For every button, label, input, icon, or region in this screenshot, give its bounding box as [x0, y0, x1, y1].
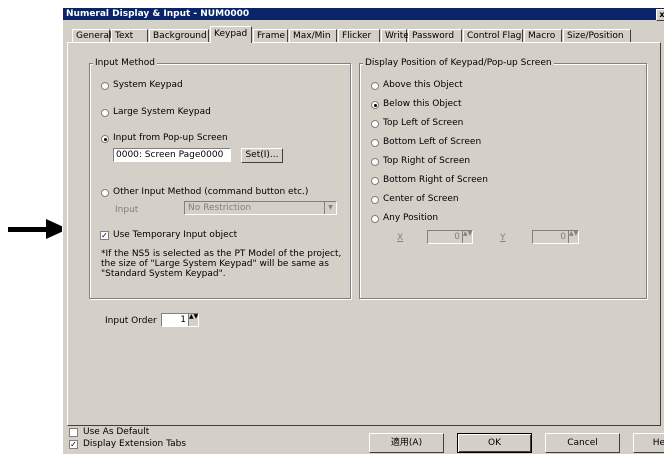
- radio-bottom-right-of-screen[interactable]: [371, 177, 379, 185]
- use-as-default-checkbox[interactable]: [69, 428, 78, 437]
- tab-macro[interactable]: Macro: [524, 29, 562, 42]
- label-above-this-object: Above this Object: [383, 80, 463, 90]
- label-system-keypad: System Keypad: [113, 80, 183, 90]
- y-position-value: 0: [560, 232, 566, 242]
- label-bottom-right-of-screen: Bottom Right of Screen: [383, 175, 488, 185]
- label-other-method: Other Input Method (command button etc.): [113, 187, 309, 197]
- label-popup-screen: Input from Pop-up Screen: [113, 133, 228, 143]
- use-temporary-checkbox[interactable]: ✓: [100, 231, 109, 240]
- ns5-note: *If the NS5 is selected as the PT Model …: [101, 249, 342, 279]
- y-spin-icon[interactable]: ▲▼: [568, 231, 578, 243]
- radio-any-position[interactable]: [371, 215, 379, 223]
- label-any-position: Any Position: [383, 213, 439, 223]
- tab-text[interactable]: Text: [111, 29, 148, 42]
- input-order-spin-icon[interactable]: ▲▼: [188, 314, 198, 326]
- label-large-system-keypad: Large System Keypad: [113, 107, 211, 117]
- close-icon[interactable]: x: [656, 9, 664, 21]
- input-label: Input: [115, 205, 139, 215]
- radio-top-left-of-screen[interactable]: [371, 120, 379, 128]
- display-extension-tabs-checkbox[interactable]: ✓: [69, 440, 78, 449]
- tab-password[interactable]: Password: [408, 29, 462, 42]
- input-restriction-select[interactable]: No Restriction ▼: [184, 201, 337, 215]
- radio-popup-screen[interactable]: [101, 135, 109, 143]
- y-label: Y: [500, 233, 506, 243]
- input-order-label: Input Order: [105, 316, 157, 326]
- cancel-button[interactable]: Cancel: [545, 433, 620, 453]
- set-button[interactable]: Set(I)...: [241, 148, 283, 163]
- x-position-field[interactable]: 0 ▲▼: [427, 230, 473, 244]
- chevron-down-icon: ▼: [324, 202, 336, 214]
- label-bottom-left-of-screen: Bottom Left of Screen: [383, 137, 482, 147]
- radio-center-of-screen[interactable]: [371, 196, 379, 204]
- tab-general[interactable]: General: [72, 29, 111, 42]
- dialog-window: Numeral Display & Input - NUM0000 x Gene…: [62, 8, 664, 454]
- y-position-field[interactable]: 0 ▲▼: [532, 230, 579, 244]
- tab-max-min[interactable]: Max/Min: [289, 29, 337, 42]
- input-restriction-value: No Restriction: [188, 203, 252, 213]
- tab-flicker[interactable]: Flicker: [338, 29, 380, 42]
- popup-screen-field[interactable]: 0000: Screen Page0000: [113, 148, 231, 162]
- radio-bottom-left-of-screen[interactable]: [371, 139, 379, 147]
- radio-top-right-of-screen[interactable]: [371, 158, 379, 166]
- radio-above-this-object[interactable]: [371, 82, 379, 90]
- radio-large-system-keypad[interactable]: [101, 109, 109, 117]
- label-top-left-of-screen: Top Left of Screen: [383, 118, 464, 128]
- tab-keypad[interactable]: Keypad: [210, 26, 252, 43]
- x-spin-icon[interactable]: ▲▼: [462, 231, 472, 243]
- tab-size-position[interactable]: Size/Position: [563, 29, 631, 42]
- input-method-legend: Input Method: [93, 58, 157, 68]
- radio-other-method[interactable]: [101, 189, 109, 197]
- help-button[interactable]: Help: [633, 433, 664, 453]
- label-display-extension-tabs: Display Extension Tabs: [83, 439, 187, 449]
- radio-system-keypad[interactable]: [101, 82, 109, 90]
- label-use-temporary: Use Temporary Input object: [113, 230, 238, 240]
- input-order-value: 1: [180, 315, 186, 325]
- tab-frame[interactable]: Frame: [253, 29, 288, 42]
- label-top-right-of-screen: Top Right of Screen: [383, 156, 471, 166]
- label-below-this-object: Below this Object: [383, 99, 462, 109]
- tab-write[interactable]: Write: [381, 29, 409, 42]
- window-title: Numeral Display & Input - NUM0000: [66, 9, 250, 19]
- radio-below-this-object[interactable]: [371, 101, 379, 109]
- input-order-field[interactable]: 1 ▲▼: [161, 313, 199, 327]
- tab-background[interactable]: Background: [149, 29, 209, 42]
- x-label: X: [397, 233, 404, 243]
- tab-control-flag[interactable]: Control Flag: [463, 29, 523, 42]
- label-center-of-screen: Center of Screen: [383, 194, 459, 204]
- title-bar: Numeral Display & Input - NUM0000 x: [63, 8, 664, 21]
- ok-button[interactable]: OK: [457, 433, 532, 453]
- apply-button[interactable]: 適用(A): [369, 433, 444, 453]
- label-use-as-default: Use As Default: [83, 427, 150, 437]
- display-position-legend: Display Position of Keypad/Pop-up Screen: [363, 58, 554, 68]
- pointer-arrow-shaft: [8, 227, 48, 232]
- x-position-value: 0: [454, 232, 460, 242]
